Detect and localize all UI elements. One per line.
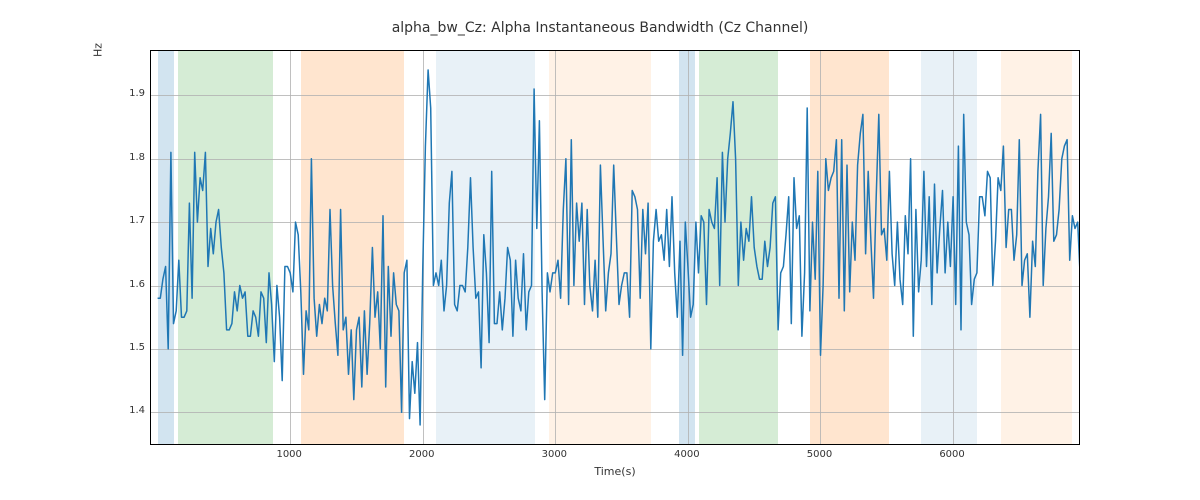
y-tick-label: 1.8	[105, 152, 145, 163]
x-tick-label: 3000	[524, 449, 584, 460]
x-tick-label: 4000	[657, 449, 717, 460]
x-tick-label: 1000	[259, 449, 319, 460]
x-tick-label: 2000	[392, 449, 452, 460]
x-tick-label: 5000	[789, 449, 849, 460]
y-tick-label: 1.5	[105, 342, 145, 353]
y-tick-label: 1.6	[105, 279, 145, 290]
x-tick-label: 6000	[922, 449, 982, 460]
plot-axes	[150, 50, 1080, 445]
y-tick-label: 1.9	[105, 88, 145, 99]
chart-title: alpha_bw_Cz: Alpha Instantaneous Bandwid…	[0, 20, 1200, 36]
figure: alpha_bw_Cz: Alpha Instantaneous Bandwid…	[0, 0, 1200, 500]
line-series	[151, 51, 1079, 444]
y-tick-label: 1.7	[105, 215, 145, 226]
y-axis-label: Hz	[92, 0, 105, 248]
y-tick-label: 1.4	[105, 405, 145, 416]
x-axis-label: Time(s)	[150, 465, 1080, 478]
